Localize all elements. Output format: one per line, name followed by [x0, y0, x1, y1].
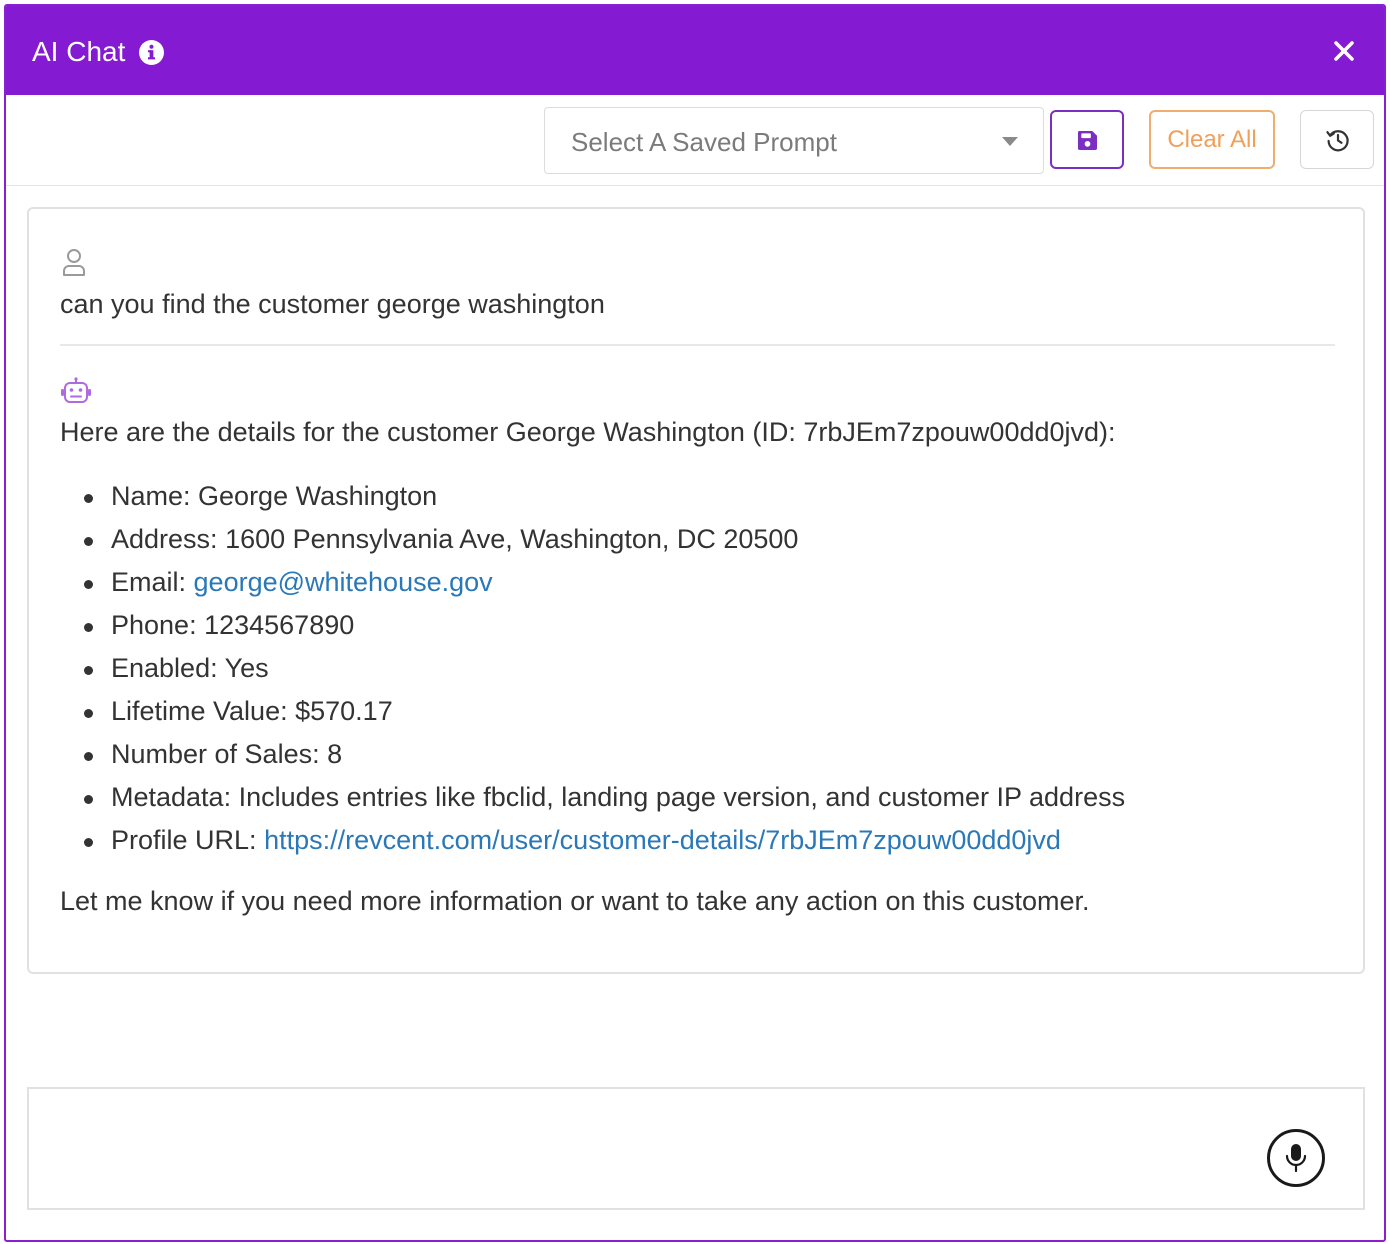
detail-email: Email: george@whitehouse.gov	[83, 561, 1125, 604]
detail-lifetime-value: Lifetime Value: $570.17	[83, 690, 1125, 733]
detail-enabled: Enabled: Yes	[83, 647, 1125, 690]
detail-phone: Phone: 1234567890	[83, 604, 1125, 647]
detail-label: Phone:	[111, 610, 205, 640]
detail-name: Name: George Washington	[83, 475, 1125, 518]
user-message: can you find the customer george washing…	[60, 289, 605, 319]
message-divider	[60, 344, 1335, 346]
detail-profile-url: Profile URL: https://revcent.com/user/cu…	[83, 819, 1125, 862]
saved-prompt-select[interactable]: Select A Saved Prompt	[544, 107, 1044, 174]
modal-header: AI Chat	[6, 6, 1384, 95]
message-input-area	[27, 1087, 1365, 1210]
detail-label: Number of Sales:	[111, 739, 328, 769]
detail-label: Name:	[111, 481, 199, 511]
detail-value: George Washington	[198, 481, 438, 511]
microphone-icon	[1285, 1144, 1307, 1173]
history-icon	[1326, 130, 1349, 152]
message-input[interactable]	[29, 1089, 1229, 1208]
history-button[interactable]	[1300, 110, 1374, 169]
detail-value: 1600 Pennsylvania Ave, Washington, DC 20…	[225, 524, 799, 554]
detail-label: Email:	[111, 567, 194, 597]
profile-url-link[interactable]: https://revcent.com/user/customer-detail…	[264, 825, 1061, 855]
detail-value: Yes	[224, 653, 269, 683]
saved-prompt-placeholder: Select A Saved Prompt	[571, 127, 837, 157]
save-prompt-button[interactable]	[1050, 110, 1124, 169]
detail-value: 1234567890	[204, 610, 355, 640]
email-link[interactable]: george@whitehouse.gov	[194, 567, 493, 597]
chat-history-panel: can you find the customer george washing…	[27, 207, 1365, 974]
detail-label: Address:	[111, 524, 226, 554]
chat-toolbar: Select A Saved Prompt Clear All	[6, 95, 1384, 186]
detail-metadata: Metadata: Includes entries like fbclid, …	[83, 776, 1126, 819]
detail-address: Address: 1600 Pennsylvania Ave, Washingt…	[83, 518, 1125, 561]
detail-label: Metadata:	[111, 782, 239, 812]
bot-outro-text: Let me know if you need more information…	[60, 886, 1090, 916]
user-icon	[63, 249, 85, 276]
detail-label: Profile URL:	[111, 825, 265, 855]
clear-all-button[interactable]: Clear All	[1149, 110, 1275, 169]
close-icon[interactable]	[1330, 37, 1358, 65]
chevron-down-icon	[1002, 137, 1018, 146]
bot-intro-text: Here are the details for the customer Ge…	[60, 417, 1116, 447]
detail-label: Lifetime Value:	[111, 696, 296, 726]
ai-chat-modal: AI Chat Select A Saved Prompt Clear All	[4, 4, 1386, 1242]
customer-details-list: Name: George Washington Address: 1600 Pe…	[83, 475, 1126, 862]
robot-icon	[61, 377, 91, 403]
detail-number-of-sales: Number of Sales: 8	[83, 733, 1125, 776]
info-icon[interactable]	[139, 40, 164, 65]
detail-value: 8	[327, 739, 343, 769]
modal-title: AI Chat	[32, 36, 126, 67]
save-icon	[1077, 130, 1098, 151]
detail-value: Includes entries like fbclid, landing pa…	[238, 782, 1126, 812]
microphone-button[interactable]	[1267, 1129, 1325, 1187]
detail-label: Enabled:	[111, 653, 225, 683]
detail-value: $570.17	[295, 696, 393, 726]
